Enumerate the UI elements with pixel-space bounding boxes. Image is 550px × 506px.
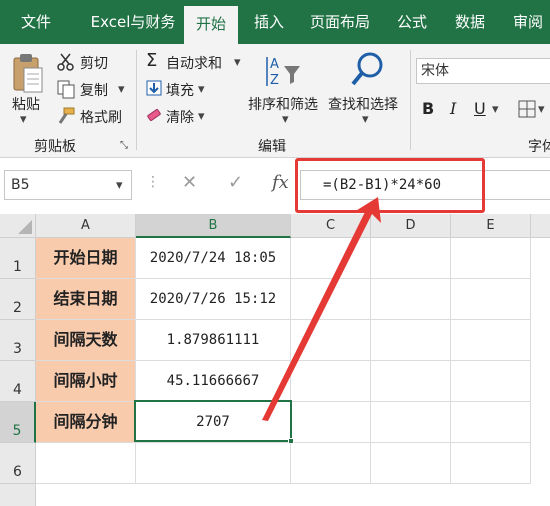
annotation-arrow-icon: [262, 197, 381, 421]
